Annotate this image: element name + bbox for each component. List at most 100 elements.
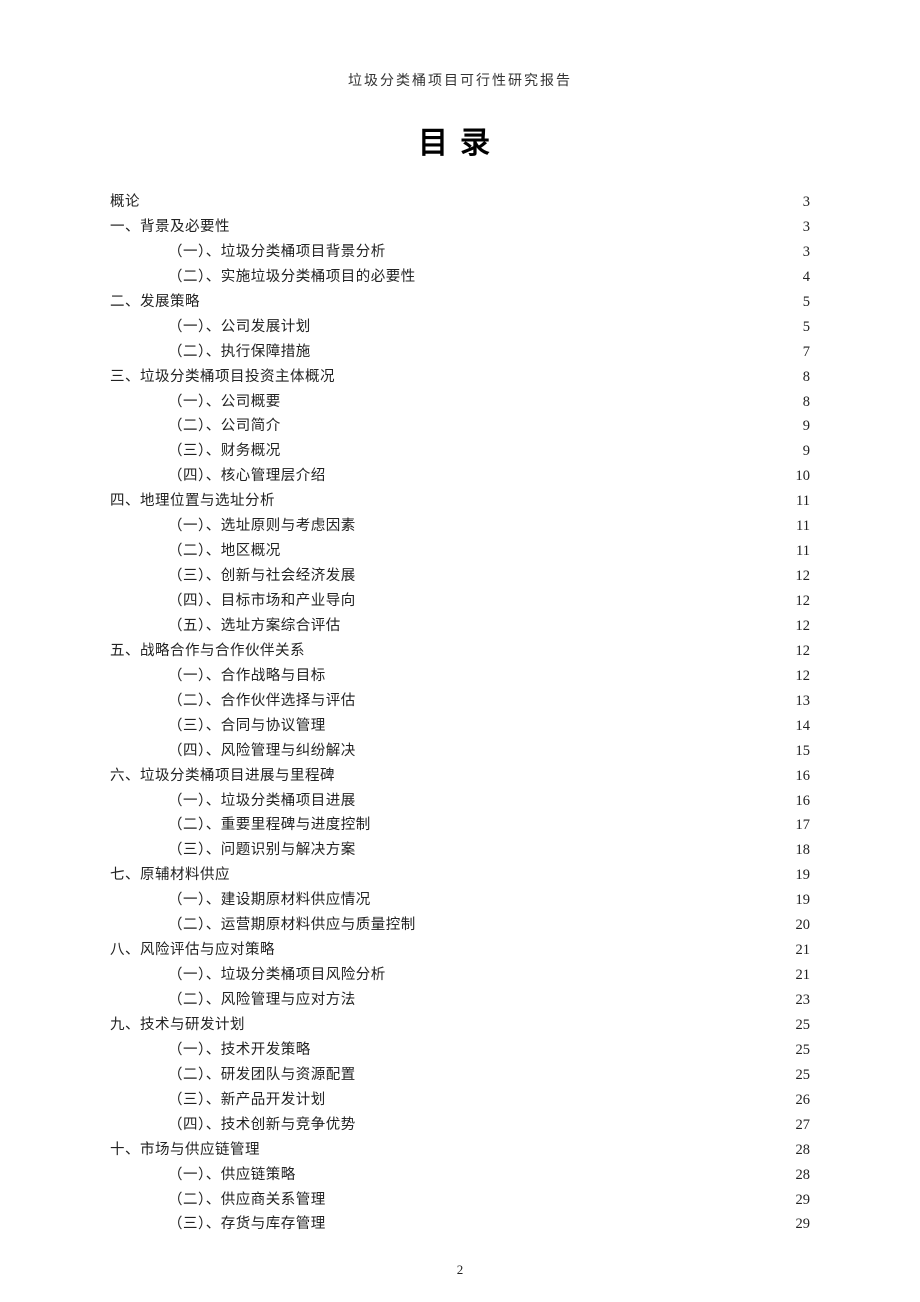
toc-entry-page: 25 — [792, 1038, 810, 1063]
toc-entry: （一）、供应链策略 28 — [110, 1163, 810, 1188]
toc-entry-label: （二）、运营期原材料供应与质量控制 — [168, 913, 416, 938]
toc-entry: （四）、风险管理与纠纷解决 15 — [110, 739, 810, 764]
toc-entry-page: 21 — [792, 963, 810, 988]
toc-entry-label: 概论 — [110, 190, 140, 215]
toc-entry: 四、地理位置与选址分析 11 — [110, 489, 810, 514]
toc-entry: （一）、垃圾分类桶项目进展 16 — [110, 789, 810, 814]
toc-entry: 概论 3 — [110, 190, 810, 215]
toc-entry-page: 13 — [792, 689, 810, 714]
toc-entry: 三、垃圾分类桶项目投资主体概况8 — [110, 365, 810, 390]
toc-entry: （一）、公司发展计划5 — [110, 315, 810, 340]
toc-entry: （二）、地区概况 11 — [110, 539, 810, 564]
toc-entry-page: 29 — [792, 1188, 810, 1213]
toc-entry: （一）、选址原则与考虑因素 11 — [110, 514, 810, 539]
toc-entry: （一）、合作战略与目标 12 — [110, 664, 810, 689]
toc-entry: （四）、核心管理层介绍10 — [110, 464, 810, 489]
toc-entry: 九、技术与研发计划25 — [110, 1013, 810, 1038]
toc-entry-label: （四）、风险管理与纠纷解决 — [168, 739, 356, 764]
toc-entry-label: （一）、垃圾分类桶项目背景分析 — [168, 240, 386, 265]
toc-entry-page: 3 — [792, 190, 810, 215]
toc-entry-page: 12 — [792, 664, 810, 689]
toc-entry-label: （二）、风险管理与应对方法 — [168, 988, 356, 1013]
toc-entry-label: （四）、技术创新与竞争优势 — [168, 1113, 356, 1138]
toc-entry-label: （二）、地区概况 — [168, 539, 281, 564]
toc-entry-page: 15 — [792, 739, 810, 764]
toc-entry-page: 21 — [792, 938, 810, 963]
toc-entry-label: 四、地理位置与选址分析 — [110, 489, 275, 514]
toc-entry: 五、战略合作与合作伙伴关系 12 — [110, 639, 810, 664]
toc-entry-page: 7 — [792, 340, 810, 365]
toc-entry: （二）、研发团队与资源配置 25 — [110, 1063, 810, 1088]
toc-entry-page: 12 — [792, 614, 810, 639]
toc-entry: （一）、建设期原材料供应情况 19 — [110, 888, 810, 913]
toc-entry-label: （二）、公司简介 — [168, 414, 281, 439]
toc-entry: （三）、创新与社会经济发展12 — [110, 564, 810, 589]
toc-entry-label: （二）、研发团队与资源配置 — [168, 1063, 356, 1088]
toc-entry-label: 六、垃圾分类桶项目进展与里程碑 — [110, 764, 335, 789]
toc-entry: （二）、风险管理与应对方法 23 — [110, 988, 810, 1013]
toc-entry-label: （一）、建设期原材料供应情况 — [168, 888, 371, 913]
toc-entry-page: 19 — [792, 863, 810, 888]
toc-entry: （一）、公司概要 8 — [110, 390, 810, 415]
toc-entry-label: （四）、目标市场和产业导向 — [168, 589, 356, 614]
toc-entry: （二）、合作伙伴选择与评估13 — [110, 689, 810, 714]
toc-entry-page: 27 — [792, 1113, 810, 1138]
toc-entry-label: （三）、存货与库存管理 — [168, 1212, 326, 1237]
toc-entry-page: 16 — [792, 764, 810, 789]
toc-entry-page: 12 — [792, 639, 810, 664]
toc-entry: 七、原辅材料供应 19 — [110, 863, 810, 888]
toc-entry: （三）、财务概况 9 — [110, 439, 810, 464]
toc-entry: （二）、实施垃圾分类桶项目的必要性4 — [110, 265, 810, 290]
toc-entry: （四）、技术创新与竞争优势 27 — [110, 1113, 810, 1138]
toc-entry-label: （二）、重要里程碑与进度控制 — [168, 813, 371, 838]
toc-entry-page: 26 — [792, 1088, 810, 1113]
toc-entry-page: 19 — [792, 888, 810, 913]
toc-entry-label: （二）、实施垃圾分类桶项目的必要性 — [168, 265, 416, 290]
toc-entry: （三）、新产品开发计划 26 — [110, 1088, 810, 1113]
toc-entry: 二、发展策略 5 — [110, 290, 810, 315]
toc-entry-page: 23 — [792, 988, 810, 1013]
document-header: 垃圾分类桶项目可行性研究报告 — [110, 70, 810, 90]
toc-entry-label: （一）、选址原则与考虑因素 — [168, 514, 356, 539]
toc-entry-page: 28 — [792, 1163, 810, 1188]
toc-entry-page: 11 — [792, 539, 810, 564]
toc-entry-label: （一）、供应链策略 — [168, 1163, 296, 1188]
toc-entry-label: （三）、财务概况 — [168, 439, 281, 464]
toc-entry: 十、市场与供应链管理28 — [110, 1138, 810, 1163]
toc-entry-page: 28 — [792, 1138, 810, 1163]
toc-entry-label: （一）、合作战略与目标 — [168, 664, 326, 689]
toc-entry-page: 14 — [792, 714, 810, 739]
toc-entry-page: 3 — [792, 240, 810, 265]
toc-entry-page: 11 — [792, 514, 810, 539]
toc-entry: （二）、重要里程碑与进度控制17 — [110, 813, 810, 838]
toc-entry-page: 25 — [792, 1013, 810, 1038]
toc-entry-page: 12 — [792, 589, 810, 614]
toc-entry-page: 8 — [792, 390, 810, 415]
toc-entry-label: 一、背景及必要性 — [110, 215, 230, 240]
toc-entry-label: 七、原辅材料供应 — [110, 863, 230, 888]
toc-entry-label: （三）、合同与协议管理 — [168, 714, 326, 739]
toc-entry-page: 5 — [792, 290, 810, 315]
toc-entry: （一）、垃圾分类桶项目背景分析 3 — [110, 240, 810, 265]
toc-entry-label: （三）、新产品开发计划 — [168, 1088, 326, 1113]
toc-entry-label: （一）、垃圾分类桶项目风险分析 — [168, 963, 386, 988]
table-of-contents: 概论3一、背景及必要性3（一）、垃圾分类桶项目背景分析3（二）、实施垃圾分类桶项… — [110, 190, 810, 1237]
toc-entry-page: 9 — [792, 439, 810, 464]
toc-entry-page: 9 — [792, 414, 810, 439]
toc-entry-page: 16 — [792, 789, 810, 814]
toc-entry-label: （五）、选址方案综合评估 — [168, 614, 341, 639]
toc-entry-label: 二、发展策略 — [110, 290, 200, 315]
toc-entry-label: 五、战略合作与合作伙伴关系 — [110, 639, 305, 664]
toc-entry-page: 25 — [792, 1063, 810, 1088]
toc-entry-page: 8 — [792, 365, 810, 390]
toc-entry-page: 18 — [792, 838, 810, 863]
toc-entry-label: （四）、核心管理层介绍 — [168, 464, 326, 489]
toc-entry-label: 八、风险评估与应对策略 — [110, 938, 275, 963]
toc-entry: 一、背景及必要性3 — [110, 215, 810, 240]
toc-entry-label: （一）、垃圾分类桶项目进展 — [168, 789, 356, 814]
toc-entry-label: （一）、公司概要 — [168, 390, 281, 415]
toc-entry: （四）、目标市场和产业导向 12 — [110, 589, 810, 614]
toc-entry-page: 11 — [792, 489, 810, 514]
toc-entry: （一）、垃圾分类桶项目风险分析 21 — [110, 963, 810, 988]
toc-entry-page: 5 — [792, 315, 810, 340]
